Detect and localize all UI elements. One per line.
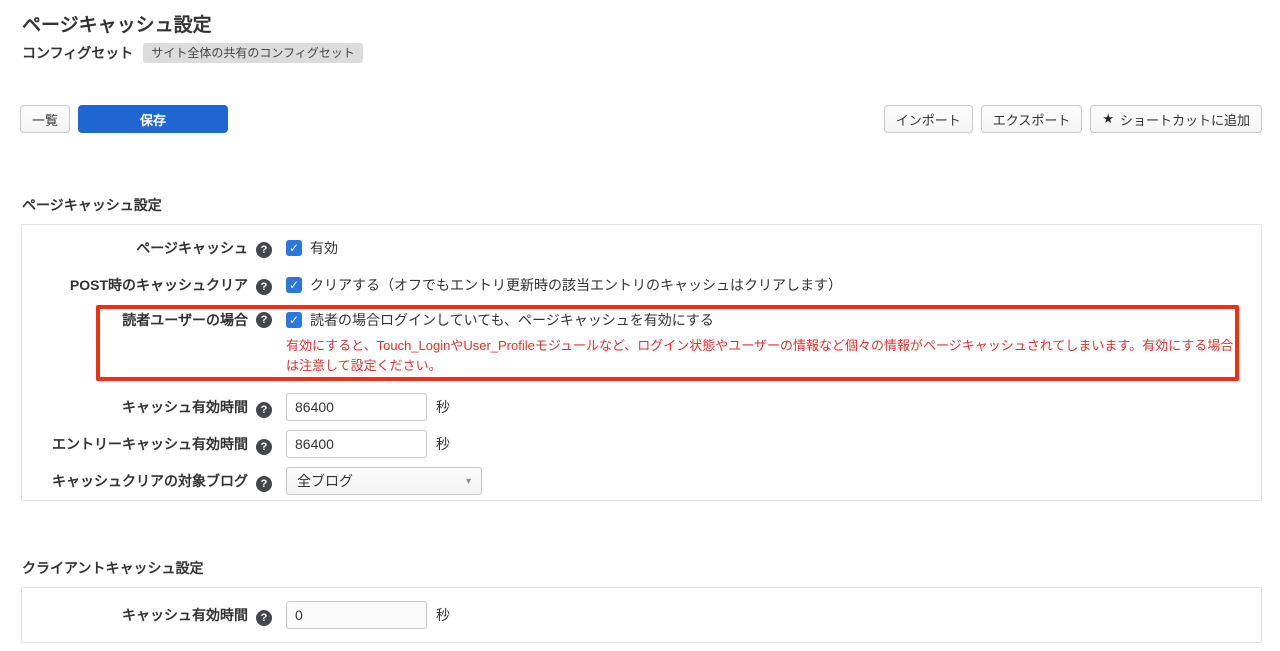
row-label: キャッシュクリアの対象ブログ — [22, 467, 248, 495]
row-label: POST時のキャッシュクリア — [22, 274, 248, 296]
row-client-cache-lifetime: キャッシュ有効時間 ? 秒 — [22, 601, 1261, 629]
toolbar-left: 一覧 保存 — [20, 105, 228, 133]
row-control: 秒 — [286, 601, 450, 629]
export-button[interactable]: エクスポート — [981, 105, 1083, 133]
post-clear-checkbox-label[interactable]: ✓ クリアする（オフでもエントリ更新時の該当エントリのキャッシュはクリアします） — [286, 274, 842, 296]
cache-lifetime-input[interactable] — [286, 393, 427, 421]
list-button[interactable]: 一覧 — [20, 105, 70, 133]
unit-label: 秒 — [436, 434, 450, 454]
row-label: キャッシュ有効時間 — [22, 601, 248, 629]
import-button[interactable]: インポート — [884, 105, 973, 133]
help-icon[interactable]: ? — [256, 312, 272, 328]
row-label: 読者ユーザーの場合 — [22, 309, 248, 331]
client-cache-panel: キャッシュ有効時間 ? 秒 — [21, 587, 1262, 643]
page-cache-panel: ページキャッシュ ? ✓ 有効 POST時のキャッシュクリア ? ✓ クリアする… — [21, 224, 1262, 501]
row-control: ✓ 有効 — [286, 237, 338, 259]
help-icon[interactable]: ? — [256, 610, 272, 626]
entry-cache-lifetime-input[interactable] — [286, 430, 427, 458]
page-title: ページキャッシュ設定 — [22, 14, 1280, 38]
help-icon[interactable]: ? — [256, 439, 272, 455]
page-cache-settings-page: ページキャッシュ設定 コンフィグセット サイト全体の共有のコンフィグセット 一覧… — [0, 0, 1280, 651]
row-cache-lifetime: キャッシュ有効時間 ? 秒 — [22, 393, 1261, 421]
page-cache-checkbox-label[interactable]: ✓ 有効 — [286, 237, 338, 259]
section-heading-page-cache: ページキャッシュ設定 — [22, 195, 1280, 215]
row-post-cache-clear: POST時のキャッシュクリア ? ✓ クリアする（オフでもエントリ更新時の該当エ… — [22, 274, 1261, 296]
config-set-line: コンフィグセット サイト全体の共有のコンフィグセット — [22, 43, 1280, 63]
add-shortcut-label: ショートカットに追加 — [1120, 110, 1250, 129]
star-icon: ★ — [1102, 111, 1114, 127]
toolbar-right: インポート エクスポート ★ ショートカットに追加 — [884, 105, 1262, 133]
row-control: 秒 — [286, 393, 450, 421]
row-entry-cache-lifetime: エントリーキャッシュ有効時間 ? 秒 — [22, 430, 1261, 458]
row-control: 秒 — [286, 430, 450, 458]
row-label: ページキャッシュ — [22, 237, 248, 259]
target-blog-select-value: 全ブログ — [297, 471, 353, 491]
unit-label: 秒 — [436, 397, 450, 417]
row-label: キャッシュ有効時間 — [22, 393, 248, 421]
target-blog-select[interactable]: 全ブログ ▾ — [286, 467, 482, 495]
config-set-label: コンフィグセット — [22, 43, 133, 63]
help-icon[interactable]: ? — [256, 402, 272, 418]
row-control: ✓ クリアする（オフでもエントリ更新時の該当エントリのキャッシュはクリアします） — [286, 274, 842, 296]
row-reader-user: 読者ユーザーの場合 ? ✓ 読者の場合ログインしていても、ページキャッシュを有効… — [22, 309, 1261, 376]
checkbox-checked[interactable]: ✓ — [286, 312, 302, 328]
client-cache-lifetime-input[interactable] — [286, 601, 427, 629]
checkbox-text: 読者の場合ログインしていても、ページキャッシュを有効にする — [310, 309, 714, 331]
help-icon[interactable]: ? — [256, 242, 272, 258]
config-set-badge: サイト全体の共有のコンフィグセット — [143, 43, 362, 63]
help-icon[interactable]: ? — [256, 279, 272, 295]
checkbox-checked[interactable]: ✓ — [286, 240, 302, 256]
unit-label: 秒 — [436, 605, 450, 625]
chevron-down-icon: ▾ — [466, 476, 471, 487]
section-heading-client-cache: クライアントキャッシュ設定 — [22, 558, 1280, 578]
row-page-cache: ページキャッシュ ? ✓ 有効 — [22, 237, 1261, 259]
checkbox-checked[interactable]: ✓ — [286, 277, 302, 293]
row-control: ✓ 読者の場合ログインしていても、ページキャッシュを有効にする 有効にすると、T… — [286, 309, 1238, 376]
row-control: 全ブログ ▾ — [286, 467, 482, 495]
save-button[interactable]: 保存 — [78, 105, 228, 133]
reader-cache-checkbox-label[interactable]: ✓ 読者の場合ログインしていても、ページキャッシュを有効にする — [286, 309, 1238, 331]
row-cache-clear-target-blog: キャッシュクリアの対象ブログ ? 全ブログ ▾ — [22, 467, 1261, 495]
toolbar: 一覧 保存 インポート エクスポート ★ ショートカットに追加 — [20, 105, 1262, 133]
reader-cache-warning-note: 有効にすると、Touch_LoginやUser_Profileモジュールなど、ロ… — [286, 336, 1238, 376]
checkbox-text: 有効 — [310, 237, 338, 259]
add-shortcut-button[interactable]: ★ ショートカットに追加 — [1090, 105, 1262, 133]
help-icon[interactable]: ? — [256, 476, 272, 492]
page-header: ページキャッシュ設定 コンフィグセット サイト全体の共有のコンフィグセット — [0, 0, 1280, 63]
row-label: エントリーキャッシュ有効時間 — [22, 430, 248, 458]
checkbox-text: クリアする（オフでもエントリ更新時の該当エントリのキャッシュはクリアします） — [310, 274, 842, 296]
